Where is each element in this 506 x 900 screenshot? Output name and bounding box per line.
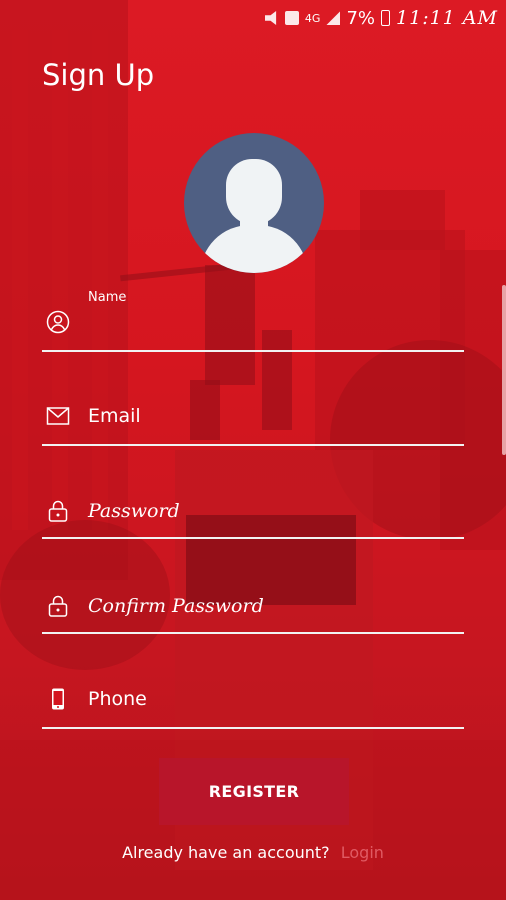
email-input[interactable]: Email [88,405,141,427]
phone-icon [52,688,64,710]
network-type: 4G [304,11,321,25]
status-bar: 4G 7% 11:11 AM [0,0,506,36]
confirm-password-field[interactable]: Confirm Password [42,590,464,640]
battery-icon [381,10,391,26]
phone-input[interactable]: Phone [88,688,147,710]
password-input[interactable]: Password [88,500,180,522]
name-underline [42,350,464,352]
login-prompt: Already have an account? Login [0,843,506,862]
page-title: Sign Up [42,58,155,92]
hd-icon [284,11,299,25]
lock-icon [48,595,68,617]
phone-underline [42,727,464,729]
clock: 11:11 AM [396,7,498,29]
email-underline [42,444,464,446]
signal-icon [326,11,341,25]
password-field[interactable]: Password [42,495,464,545]
password-underline [42,537,464,539]
register-button[interactable]: REGISTER [159,758,349,825]
email-field[interactable]: Email [42,400,464,450]
battery-percent: 7% [346,7,376,29]
name-field[interactable]: Name [42,290,464,356]
avatar[interactable] [184,133,324,273]
envelope-icon [46,407,70,425]
name-label: Name [88,290,127,305]
login-link[interactable]: Login [341,843,384,862]
scrollbar[interactable] [502,285,506,455]
phone-field[interactable]: Phone [42,683,464,733]
mute-icon [264,11,277,25]
confirm-password-underline [42,632,464,634]
confirm-password-input[interactable]: Confirm Password [88,595,264,617]
person-icon [46,310,70,334]
lock-icon [48,500,68,522]
login-prompt-text: Already have an account? [122,843,330,862]
